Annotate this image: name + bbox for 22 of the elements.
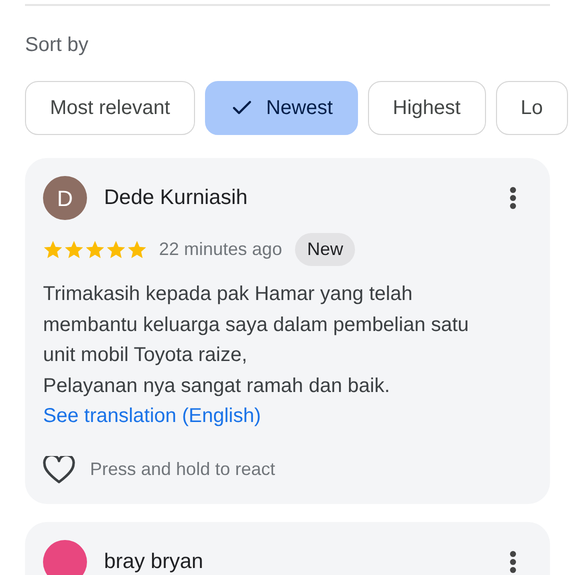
heart-icon[interactable] [43,456,75,484]
new-badge: New [295,233,356,266]
sort-label: Sort by [25,33,88,58]
star-icon [127,240,147,259]
sort-chip[interactable]: Most relevant [25,81,196,135]
more-options-icon[interactable] [509,186,517,210]
sort-chip[interactable]: Newest [205,81,358,135]
author-name[interactable]: bray bryan [104,550,204,572]
more-options-icon[interactable] [509,550,517,574]
star-icon [106,240,126,259]
star-icon [64,240,84,259]
avatar-initial: D [57,184,73,212]
star-icon [43,240,63,259]
review-text: Trimakasih kepada pak Hamar yang telah membantu keluarga saya dalam pembelian satu unit mobil Toyota raize, [43,282,470,368]
star-icon [85,240,105,259]
author-name[interactable]: Dede Kurniasih [104,187,248,209]
sort-chip[interactable]: Lo [496,81,568,135]
sort-chip[interactable]: Highest [368,81,486,135]
see-translation-link[interactable]: See translation (English) [43,405,261,427]
review-time: 22 minutes ago [159,238,282,261]
review-text: Pelayanan nya sangat ramah dan baik. [43,374,391,398]
react-hint: Press and hold to react [90,458,276,481]
